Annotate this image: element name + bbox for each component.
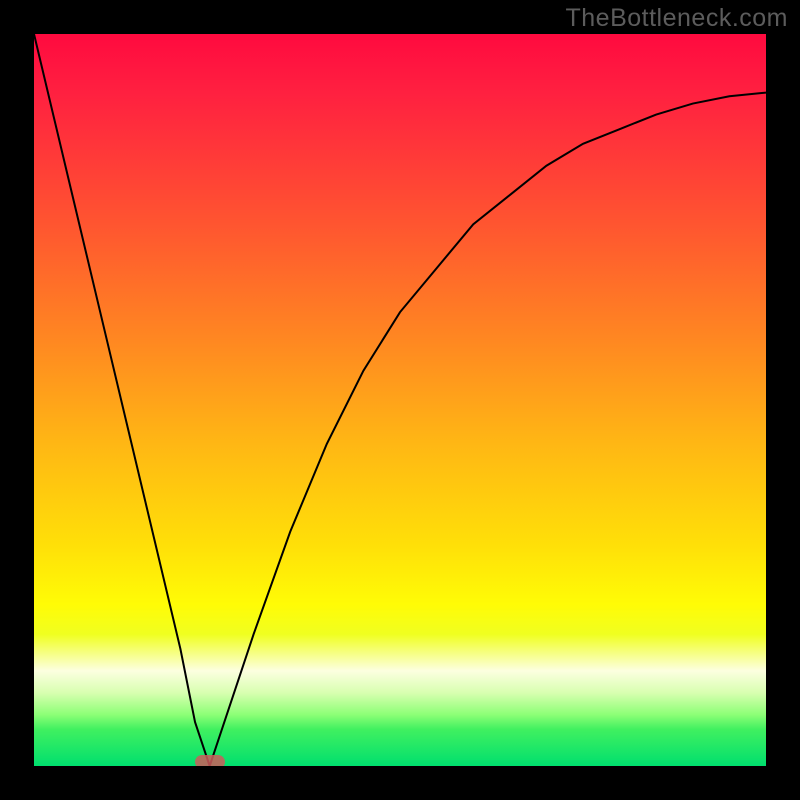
watermark-text: TheBottleneck.com (566, 4, 789, 33)
curve-svg (34, 34, 766, 766)
plot-area (34, 34, 766, 766)
chart-frame: TheBottleneck.com (0, 0, 800, 800)
curve-path (34, 34, 766, 766)
minimum-marker (195, 755, 225, 766)
